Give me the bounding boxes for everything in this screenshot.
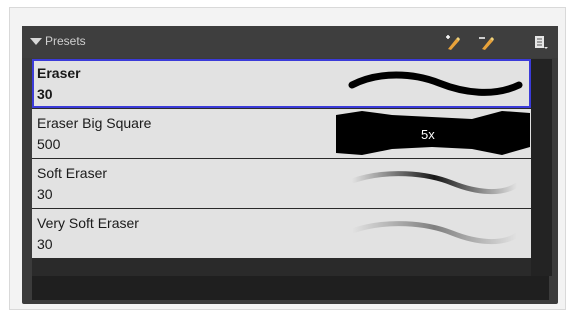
panel-header: Presets [22,26,558,58]
stroke-preview [348,71,523,96]
preset-size: 30 [37,236,53,252]
rename-preset-icon[interactable] [478,35,496,56]
preset-row[interactable]: Soft Eraser 30 [32,159,531,208]
collapse-triangle-icon[interactable] [30,38,42,45]
preset-size: 30 [37,86,53,102]
preset-name: Eraser [37,65,81,81]
preset-row[interactable]: Eraser 30 [32,59,531,108]
preset-row[interactable]: Eraser Big Square 500 5x [32,109,531,158]
preset-size: 30 [37,186,53,202]
preset-list: Eraser 30 Eraser Big Square 500 5x Soft … [32,59,531,276]
preset-row[interactable]: Very Soft Eraser 30 [32,209,531,258]
presets-panel: Presets Eraser 30 Eraser Big Square 500 … [22,26,558,304]
add-preset-icon[interactable] [444,35,462,56]
panel-footer [32,276,549,300]
stroke-preview [349,171,520,195]
presets-window: Presets Eraser 30 Eraser Big Square 500 … [9,7,566,310]
panel-title: Presets [45,34,86,48]
preview-scale-label: 5x [421,127,435,142]
preset-size: 500 [37,136,61,152]
vertical-scrollbar[interactable] [531,59,552,276]
preset-name: Very Soft Eraser [37,215,139,231]
menu-icon[interactable] [533,35,549,56]
stroke-preview [349,221,520,245]
preset-name: Soft Eraser [37,165,108,181]
preset-name: Eraser Big Square [37,115,152,131]
